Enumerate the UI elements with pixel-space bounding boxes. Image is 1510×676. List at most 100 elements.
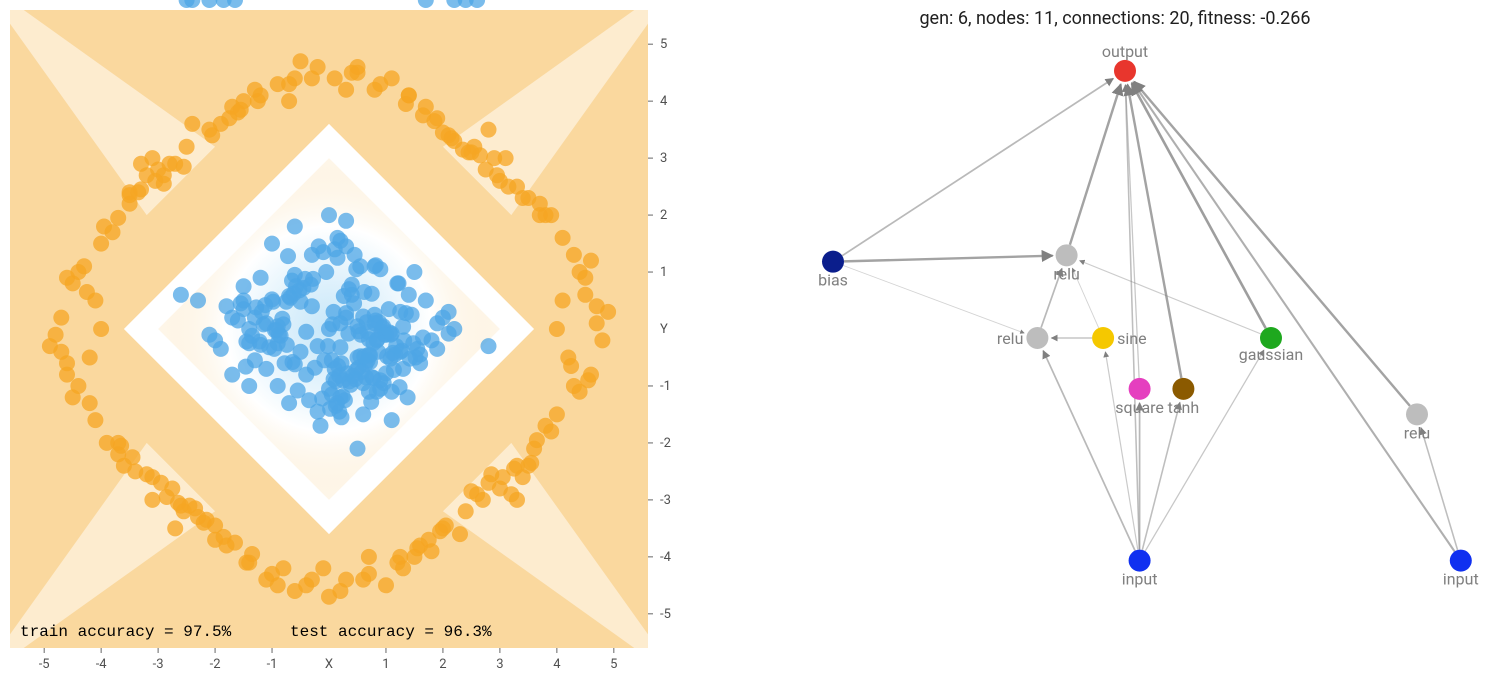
data-point — [378, 577, 394, 593]
graph-node-label: relu — [997, 329, 1023, 348]
data-point — [230, 313, 246, 329]
data-point — [350, 441, 366, 457]
data-point — [549, 321, 565, 337]
data-point — [281, 76, 297, 92]
data-point — [515, 190, 531, 206]
data-point — [549, 406, 565, 422]
graph-title: gen: 6, nodes: 11, connections: 20, fitn… — [919, 8, 1310, 29]
data-point — [344, 277, 360, 293]
data-point — [311, 238, 327, 254]
data-point — [361, 549, 377, 565]
data-point — [348, 261, 364, 277]
data-point — [363, 394, 379, 410]
data-point — [346, 295, 362, 311]
data-point — [241, 378, 257, 394]
data-point — [481, 122, 497, 138]
data-point — [463, 483, 479, 499]
data-point — [316, 352, 332, 368]
graph-node-label: bias — [818, 271, 848, 290]
data-point — [438, 518, 454, 534]
data-point — [330, 250, 346, 266]
data-point — [361, 566, 377, 582]
data-point — [247, 310, 263, 326]
graph-edge — [844, 256, 1053, 262]
data-point — [313, 418, 329, 434]
data-point — [113, 438, 129, 454]
data-point — [408, 350, 424, 366]
data-point — [99, 435, 115, 451]
graph-edge — [843, 266, 1024, 334]
data-point — [264, 236, 280, 252]
graph-node-square — [1129, 378, 1151, 400]
data-point — [76, 258, 92, 274]
graph-edge — [1125, 85, 1139, 550]
y-tick-label: -3 — [660, 493, 671, 508]
data-point — [293, 53, 309, 69]
data-point — [125, 449, 141, 465]
x-tick-label: 5 — [610, 657, 617, 672]
data-point — [270, 577, 286, 593]
data-point — [583, 253, 599, 269]
data-point — [500, 179, 516, 195]
data-point — [179, 139, 195, 155]
y-tick-label: 1 — [660, 265, 667, 280]
data-point — [384, 412, 400, 428]
data-point — [93, 236, 109, 252]
data-point — [338, 82, 354, 98]
data-point — [144, 492, 160, 508]
graph-node-label: relu — [1404, 423, 1430, 442]
y-tick-label: -4 — [660, 550, 672, 565]
data-point — [421, 532, 437, 548]
data-point — [405, 335, 421, 351]
data-point — [321, 207, 337, 223]
data-point — [153, 475, 169, 491]
data-point — [469, 0, 485, 8]
data-point — [489, 167, 505, 183]
data-point — [572, 264, 588, 280]
data-point — [190, 293, 206, 309]
data-point — [365, 370, 381, 386]
graph-node-label: relu — [1053, 264, 1079, 283]
graph-node-label: input — [1122, 570, 1158, 589]
data-point — [543, 424, 559, 440]
data-point — [87, 412, 103, 428]
data-point — [265, 294, 281, 310]
data-point — [329, 395, 345, 411]
data-point — [350, 318, 366, 334]
data-point — [187, 500, 203, 516]
graph-node-relu1 — [1056, 244, 1078, 266]
data-point — [281, 93, 297, 109]
data-point — [252, 334, 268, 350]
data-point — [221, 110, 237, 126]
data-point — [238, 359, 254, 375]
data-point — [481, 338, 497, 354]
train-accuracy-text: train accuracy = 97.5% — [20, 623, 232, 641]
data-point — [384, 70, 400, 86]
y-tick-label: -5 — [660, 607, 671, 622]
x-tick-label: 1 — [382, 657, 389, 672]
data-point — [93, 321, 109, 337]
data-point — [236, 278, 252, 294]
data-point — [418, 0, 434, 8]
data-point — [555, 230, 571, 246]
y-tick-label: 4 — [660, 94, 668, 109]
network-graph-chart: gen: 6, nodes: 11, connections: 20, fitn… — [720, 0, 1510, 676]
x-tick-label: -4 — [96, 657, 108, 672]
data-point — [418, 293, 434, 309]
graph-node-input1 — [1129, 550, 1151, 572]
graph-node-label: square — [1115, 398, 1164, 417]
graph-node-relu3 — [1406, 403, 1428, 425]
data-point — [483, 466, 499, 482]
y-tick-label: 2 — [660, 208, 667, 223]
y-tick-label: 5 — [660, 37, 667, 52]
data-point — [368, 257, 384, 273]
data-point — [458, 503, 474, 519]
graph-node-bias — [822, 251, 844, 273]
data-point — [286, 286, 302, 302]
data-point — [285, 354, 301, 370]
data-point — [338, 572, 354, 588]
graph-node-label: gaussian — [1239, 345, 1303, 364]
data-point — [280, 248, 296, 264]
data-point — [213, 341, 229, 357]
data-point — [130, 184, 146, 200]
